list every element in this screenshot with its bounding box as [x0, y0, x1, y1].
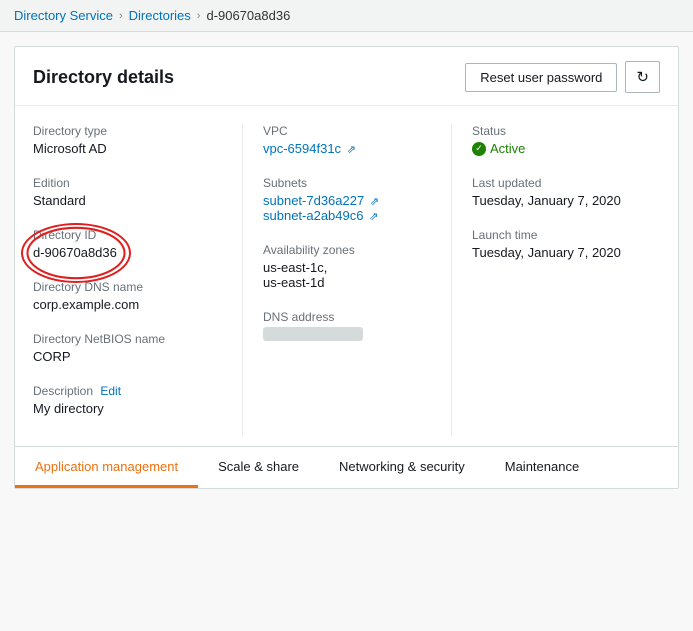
vpc-value: vpc-6594f31c ⇗: [263, 141, 431, 156]
vpc-label: VPC: [263, 124, 431, 138]
subnet-2: subnet-a2ab49c6 ⇗: [263, 208, 431, 223]
description-edit-link[interactable]: Edit: [100, 384, 121, 398]
edition-value: Standard: [33, 193, 222, 208]
description-value: My directory: [33, 401, 222, 416]
tab-application-management[interactable]: Application management: [15, 447, 198, 488]
details-col-1: Directory type Microsoft AD Edition Stan…: [33, 124, 242, 436]
directory-type-label: Directory type: [33, 124, 222, 138]
dns-address-label: DNS address: [263, 310, 431, 324]
directory-id-value: d-90670a8d36: [33, 245, 117, 260]
edition-label: Edition: [33, 176, 222, 190]
tab-scale-share[interactable]: Scale & share: [198, 447, 319, 488]
subnet-2-external-icon: ⇗: [369, 211, 378, 223]
subnet-1-link[interactable]: subnet-7d36a227: [263, 193, 364, 208]
dns-address-item: DNS address: [263, 310, 431, 342]
directory-type-item: Directory type Microsoft AD: [33, 124, 222, 156]
directory-details-card: Directory details Reset user password ↻ …: [14, 46, 679, 489]
directory-type-value: Microsoft AD: [33, 141, 222, 156]
directory-id-item: Directory ID d-90670a8d36: [33, 228, 222, 260]
subnet-2-link[interactable]: subnet-a2ab49c6: [263, 208, 363, 223]
last-updated-item: Last updated Tuesday, January 7, 2020: [472, 176, 640, 208]
refresh-button[interactable]: ↻: [625, 61, 660, 93]
header-actions: Reset user password ↻: [465, 61, 660, 93]
breadcrumb-link-directory-service[interactable]: Directory Service: [14, 8, 113, 23]
breadcrumb-current: d-90670a8d36: [206, 8, 290, 23]
tab-maintenance[interactable]: Maintenance: [485, 447, 599, 488]
directory-netbios-item: Directory NetBIOS name CORP: [33, 332, 222, 364]
vpc-link[interactable]: vpc-6594f31c: [263, 141, 341, 156]
reset-user-password-button[interactable]: Reset user password: [465, 63, 617, 92]
last-updated-label: Last updated: [472, 176, 640, 190]
subnets-values: subnet-7d36a227 ⇗ subnet-a2ab49c6 ⇗: [263, 193, 431, 223]
vpc-external-icon: ⇗: [347, 144, 356, 156]
launch-time-label: Launch time: [472, 228, 640, 242]
dns-address-value: [263, 327, 363, 341]
availability-zones-label: Availability zones: [263, 243, 431, 257]
launch-time-value: Tuesday, January 7, 2020: [472, 245, 640, 260]
status-item: Status ✓ Active: [472, 124, 640, 156]
tabs-container: Application management Scale & share Net…: [15, 446, 678, 488]
description-label: Description Edit: [33, 384, 222, 398]
page-title: Directory details: [33, 67, 174, 88]
directory-dns-item: Directory DNS name corp.example.com: [33, 280, 222, 312]
directory-netbios-value: CORP: [33, 349, 222, 364]
breadcrumb: Directory Service › Directories › d-9067…: [0, 0, 693, 32]
directory-netbios-label: Directory NetBIOS name: [33, 332, 222, 346]
edition-item: Edition Standard: [33, 176, 222, 208]
subnets-item: Subnets subnet-7d36a227 ⇗ subnet-a2ab49c…: [263, 176, 431, 223]
directory-id-label: Directory ID: [33, 228, 222, 242]
breadcrumb-sep-1: ›: [119, 10, 123, 22]
breadcrumb-sep-2: ›: [197, 10, 201, 22]
description-item: Description Edit My directory: [33, 384, 222, 416]
status-active-text: Active: [490, 141, 525, 156]
status-check-icon: ✓: [472, 142, 486, 156]
availability-zones-item: Availability zones us-east-1c, us-east-1…: [263, 243, 431, 290]
card-header: Directory details Reset user password ↻: [15, 47, 678, 106]
subnet-1: subnet-7d36a227 ⇗: [263, 193, 431, 208]
directory-dns-value: corp.example.com: [33, 297, 222, 312]
status-value: ✓ Active: [472, 141, 640, 156]
last-updated-value: Tuesday, January 7, 2020: [472, 193, 640, 208]
directory-id-wrapper: d-90670a8d36: [33, 245, 117, 260]
subnet-1-external-icon: ⇗: [370, 196, 379, 208]
vpc-item: VPC vpc-6594f31c ⇗: [263, 124, 431, 156]
details-col-2: VPC vpc-6594f31c ⇗ Subnets subnet-7d36a2…: [242, 124, 451, 436]
launch-time-item: Launch time Tuesday, January 7, 2020: [472, 228, 640, 260]
tab-networking-security[interactable]: Networking & security: [319, 447, 485, 488]
directory-dns-label: Directory DNS name: [33, 280, 222, 294]
status-label: Status: [472, 124, 640, 138]
breadcrumb-link-directories[interactable]: Directories: [129, 8, 191, 23]
availability-zones-value: us-east-1c, us-east-1d: [263, 260, 431, 290]
refresh-icon: ↻: [636, 68, 649, 86]
details-grid: Directory type Microsoft AD Edition Stan…: [15, 106, 678, 446]
details-col-3: Status ✓ Active Last updated Tuesday, Ja…: [451, 124, 660, 436]
subnets-label: Subnets: [263, 176, 431, 190]
